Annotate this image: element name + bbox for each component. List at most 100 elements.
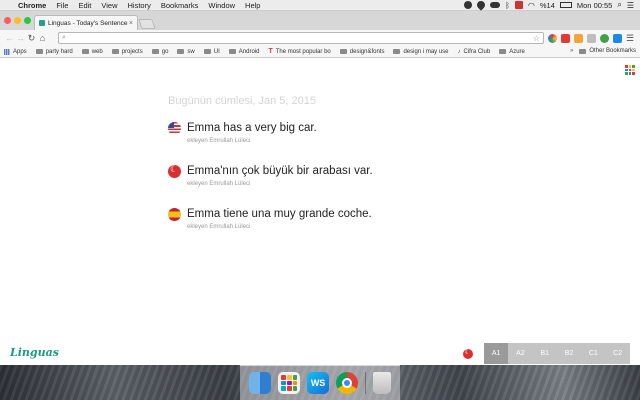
- back-icon[interactable]: ←: [4, 33, 15, 43]
- menu-bookmarks[interactable]: Bookmarks: [161, 1, 199, 10]
- bookmark-go[interactable]: go: [151, 49, 168, 55]
- folder-icon: [151, 49, 159, 54]
- bookmark-star-icon[interactable]: ☆: [533, 34, 540, 43]
- bookmark-ui[interactable]: UI: [203, 49, 220, 55]
- finder-icon[interactable]: [249, 372, 272, 394]
- linguas-logo[interactable]: Linguas: [10, 346, 59, 359]
- footer-bar: Linguas A1 A2 B1 B2 C1 C2: [0, 341, 640, 365]
- linguas-favicon-icon: [39, 20, 45, 26]
- bookmark-cifra-club[interactable]: ♪ Cifra Club: [458, 49, 491, 55]
- battery-icon[interactable]: [559, 2, 572, 8]
- turkey-flag-icon[interactable]: [463, 348, 473, 359]
- dock: WS: [240, 365, 400, 400]
- mac-menubar: Chrome File Edit View History Bookmarks …: [0, 0, 640, 11]
- clock[interactable]: Mon 00:55: [577, 1, 612, 10]
- red-extension-icon[interactable]: [561, 34, 570, 43]
- bookmarks-overflow: » Other Bookmarks: [570, 48, 636, 54]
- bookmark-sw[interactable]: sw: [177, 49, 195, 55]
- bluetooth-icon[interactable]: ᛒ: [505, 1, 510, 10]
- bookmark-android[interactable]: Android: [228, 49, 259, 55]
- mail-extension-icon[interactable]: [574, 34, 583, 43]
- menu-app-name[interactable]: Chrome: [18, 1, 46, 10]
- bookmark-most-popular[interactable]: T The most popular bo: [268, 48, 330, 55]
- folder-icon: [579, 48, 587, 54]
- zoom-window-icon[interactable]: [24, 17, 31, 24]
- tab-close-icon[interactable]: ×: [129, 20, 133, 27]
- minimize-window-icon[interactable]: [14, 17, 21, 24]
- menu-view[interactable]: View: [101, 1, 117, 10]
- sentence-turkish: Emma'nın çok büyük bir arabası var. ekle…: [168, 164, 373, 187]
- folder-icon: [177, 49, 185, 54]
- green-extension-icon[interactable]: [600, 34, 609, 43]
- close-window-icon[interactable]: [4, 17, 11, 24]
- menu-history[interactable]: History: [128, 1, 151, 10]
- menu-edit[interactable]: Edit: [78, 1, 91, 10]
- sentence-text: Emma'nın çok büyük bir arabası var.: [187, 165, 373, 177]
- wifi-icon[interactable]: ◠: [528, 1, 535, 10]
- folder-icon: [228, 49, 236, 54]
- apps-grid-icon[interactable]: [625, 65, 635, 75]
- new-tab-button[interactable]: [138, 19, 156, 29]
- home-icon[interactable]: ⌂: [37, 33, 48, 43]
- folder-icon: [81, 49, 89, 54]
- camera-icon[interactable]: [514, 1, 523, 9]
- bookmark-other[interactable]: Other Bookmarks: [579, 48, 636, 54]
- dock-separator: [364, 372, 366, 394]
- sentence-english: Emma has a very big car. ekleyen Emrulla…: [168, 121, 317, 144]
- colorful-extension-icon[interactable]: [548, 34, 557, 43]
- level-c1-button[interactable]: C1: [581, 343, 606, 364]
- tab-strip: Linguas - Today's Sentence ×: [0, 11, 640, 30]
- bookmark-projects[interactable]: projects: [111, 49, 143, 55]
- list-icon[interactable]: ☰: [627, 1, 634, 10]
- folder-icon: [35, 49, 43, 54]
- folder-icon: [499, 49, 507, 54]
- battery-percent: %14: [539, 0, 555, 10]
- tab-title: Linguas - Today's Sentence: [48, 19, 128, 27]
- sentence-text: Emma tiene una muy grande coche.: [187, 208, 372, 220]
- extension-icons: ☰: [548, 33, 634, 44]
- apps-icon: [4, 48, 10, 55]
- spotlight-icon[interactable]: ⌕: [617, 0, 621, 10]
- chevron-right-icon[interactable]: »: [570, 48, 573, 54]
- cloud-icon[interactable]: [490, 2, 501, 8]
- bookmark-design-fonts[interactable]: design&fonts: [339, 49, 384, 55]
- spain-flag-icon: [168, 208, 181, 221]
- level-a2-button[interactable]: A2: [508, 343, 533, 364]
- chrome-icon[interactable]: [335, 372, 358, 394]
- level-b1-button[interactable]: B1: [532, 343, 557, 364]
- menu-help[interactable]: Help: [245, 1, 260, 10]
- reload-icon[interactable]: ↻: [26, 33, 37, 44]
- level-a1-button[interactable]: A1: [484, 343, 509, 364]
- tab-linguas[interactable]: Linguas - Today's Sentence ×: [34, 15, 138, 30]
- folder-icon: [339, 49, 347, 54]
- sentence-spanish: Emma tiene una muy grande coche. ekleyen…: [168, 207, 372, 230]
- menu-icon[interactable]: ☰: [626, 33, 634, 44]
- trash-icon[interactable]: [372, 372, 391, 394]
- menu-file[interactable]: File: [56, 1, 68, 10]
- us-flag-icon: [168, 122, 181, 135]
- sentence-text: Emma has a very big car.: [187, 122, 317, 134]
- box-extension-icon[interactable]: [587, 34, 596, 43]
- bookmark-apps[interactable]: Apps: [4, 48, 27, 55]
- level-c2-button[interactable]: C2: [605, 343, 630, 364]
- bookmark-azure[interactable]: Azure: [499, 49, 525, 55]
- forward-icon[interactable]: →: [15, 33, 26, 43]
- date-heading: Bugünün cümlesi, Jan 5, 2015: [168, 95, 316, 107]
- bookmark-web[interactable]: web: [81, 49, 103, 55]
- launchpad-icon[interactable]: [278, 372, 301, 394]
- browser-toolbar: ← → ↻ ⌂ ⌕ ☆ ☰: [0, 30, 640, 46]
- bookmarks-bar: Apps party hard web projects go sw UI An…: [0, 46, 640, 58]
- sentence-author: ekleyen Emrullah Lüleci: [187, 181, 251, 187]
- turkey-flag-icon: [168, 165, 181, 178]
- blue-extension-icon[interactable]: [613, 34, 622, 43]
- alert-icon[interactable]: [464, 1, 473, 9]
- folder-icon: [393, 49, 401, 54]
- menu-window[interactable]: Window: [208, 1, 235, 10]
- bookmark-design-may-use[interactable]: design i may use: [393, 49, 449, 55]
- address-bar[interactable]: ⌕ ☆: [58, 32, 544, 44]
- status-area: ᛒ ◠ %14 Mon 00:55 ⌕ ☰: [464, 0, 634, 11]
- bookmark-party-hard[interactable]: party hard: [35, 49, 73, 55]
- webstorm-icon[interactable]: WS: [307, 372, 330, 394]
- level-b2-button[interactable]: B2: [556, 343, 582, 364]
- drop-icon[interactable]: [475, 0, 487, 11]
